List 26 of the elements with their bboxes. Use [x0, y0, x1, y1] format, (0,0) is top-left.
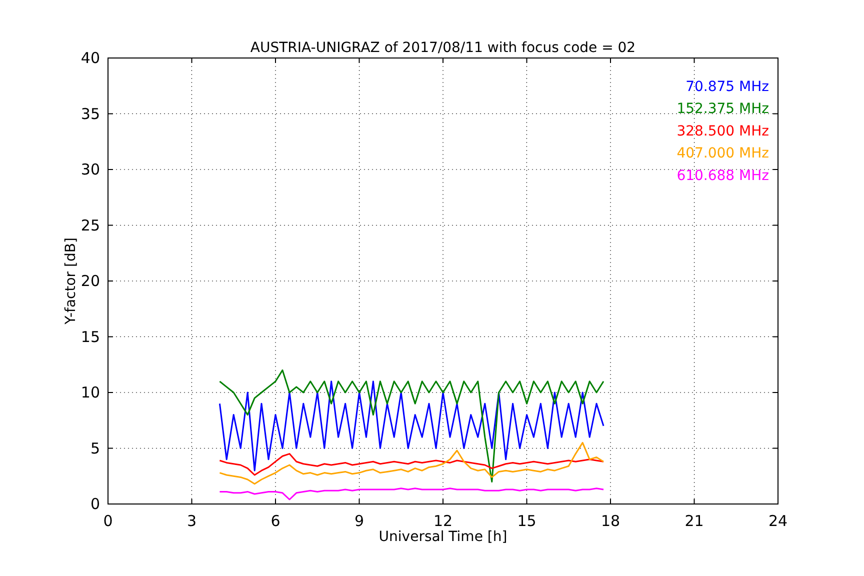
y-tick-label: 15 — [80, 328, 100, 346]
legend-label: 328.500 MHz — [676, 123, 769, 140]
y-axis-label: Y-factor [dB] — [63, 238, 79, 324]
y-tick-label: 35 — [80, 104, 100, 123]
legend-label: 610.688 MHz — [676, 168, 769, 184]
y-tick-label: 0 — [90, 495, 100, 513]
x-tick-label: 9 — [354, 512, 364, 530]
x-tick-label: 3 — [186, 512, 197, 530]
chart-title: AUSTRIA-UNIGRAZ of 2017/08/11 with focus code = 02 — [250, 40, 636, 56]
x-tick-label: 24 — [768, 512, 788, 530]
y-tick-label: 5 — [90, 439, 100, 458]
y-tick-label: 40 — [80, 49, 100, 67]
y-tick-label: 20 — [80, 272, 100, 290]
x-tick-label: 15 — [517, 512, 536, 530]
y-tick-label: 25 — [80, 216, 100, 234]
x-tick-label: 21 — [684, 512, 704, 530]
y-tick-label: 10 — [80, 384, 100, 402]
x-axis-label: Universal Time [h] — [378, 529, 508, 545]
x-tick-label: 0 — [103, 512, 113, 530]
legend-label: 152.375 MHz — [676, 101, 769, 118]
x-tick-label: 12 — [433, 512, 453, 530]
y-tick-label: 30 — [80, 160, 100, 178]
x-tick-label: 6 — [270, 512, 280, 530]
legend-label: 70.875 MHz — [686, 79, 769, 95]
x-tick-label: 18 — [600, 512, 620, 530]
legend-label: 407.000 MHz — [676, 146, 769, 162]
